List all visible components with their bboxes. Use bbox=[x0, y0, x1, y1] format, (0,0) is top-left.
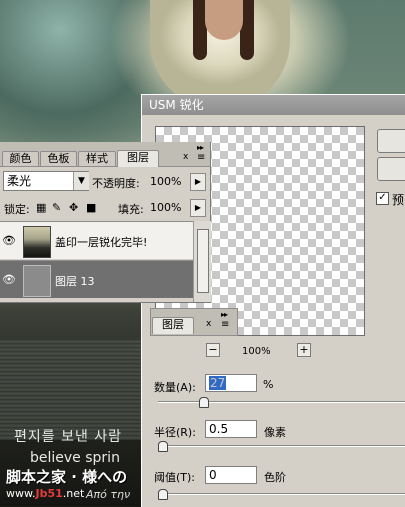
eye-icon[interactable]: 👁 bbox=[2, 273, 16, 286]
collapsed-layers-panel: ▸▸ 图层 x ≡ bbox=[150, 308, 238, 336]
lock-label: 锁定: bbox=[4, 203, 30, 216]
zoom-in-button[interactable]: + bbox=[297, 343, 311, 357]
opacity-arrow-button[interactable]: ▶ bbox=[190, 173, 206, 191]
tab-swatches[interactable]: 色板 bbox=[40, 151, 77, 166]
amount-unit: % bbox=[263, 378, 274, 391]
scrollbar-thumb[interactable] bbox=[197, 229, 209, 293]
threshold-slider-thumb[interactable] bbox=[158, 489, 168, 500]
tab-styles[interactable]: 样式 bbox=[78, 151, 116, 166]
collapse-arrows-icon[interactable]: ▸▸ bbox=[197, 143, 204, 152]
layers-scrollbar[interactable] bbox=[193, 221, 211, 302]
panel-tab-bar: ▸▸ 颜色 色板 样式 图层 x ≡ bbox=[0, 142, 210, 167]
brush-icon[interactable]: ✎ bbox=[52, 201, 61, 214]
panel-menu-icon[interactable]: ≡ bbox=[221, 319, 229, 330]
radius-slider-track[interactable] bbox=[158, 445, 405, 447]
amount-slider-thumb[interactable] bbox=[198, 397, 209, 408]
close-icon[interactable]: x bbox=[206, 319, 211, 329]
radius-unit: 像素 bbox=[264, 426, 286, 439]
background-english-text: believe sprin bbox=[30, 450, 120, 466]
fill-value[interactable]: 100% bbox=[150, 201, 181, 214]
background-korean-text: 편지를 보낸 사람 bbox=[14, 429, 123, 445]
radius-label: 半径(R): bbox=[154, 426, 196, 439]
tab-layers-collapsed[interactable]: 图层 bbox=[152, 317, 194, 334]
ok-button[interactable] bbox=[377, 129, 405, 153]
radius-slider-thumb[interactable] bbox=[158, 441, 168, 452]
lock-transparent-icon[interactable]: ▦ bbox=[36, 201, 46, 214]
layer-row[interactable]: 👁 盖印一层锐化完毕! bbox=[0, 221, 193, 259]
preview-checkbox-label: 预 bbox=[392, 193, 405, 207]
panel-menu-icon[interactable]: ≡ bbox=[197, 152, 205, 163]
amount-input[interactable]: 27 bbox=[205, 374, 257, 392]
move-icon[interactable]: ✥ bbox=[69, 201, 78, 214]
chevron-down-icon[interactable]: ▼ bbox=[73, 172, 89, 190]
background-greek-text: Από την bbox=[86, 488, 131, 501]
layer-name[interactable]: 图层 13 bbox=[55, 273, 95, 289]
lock-icon[interactable]: ■ bbox=[86, 201, 96, 214]
layer-thumbnail bbox=[23, 226, 51, 258]
amount-label: 数量(A): bbox=[154, 381, 196, 394]
opacity-label: 不透明度: bbox=[92, 177, 140, 190]
eye-icon[interactable]: 👁 bbox=[2, 234, 16, 247]
tab-layers[interactable]: 图层 bbox=[117, 150, 159, 167]
preview-checkbox[interactable]: ✓ bbox=[376, 192, 389, 205]
zoom-level: 100% bbox=[242, 346, 271, 357]
watermark-site-name: 脚本之家 · 様への bbox=[6, 468, 128, 486]
dialog-title[interactable]: USM 锐化 bbox=[142, 95, 405, 115]
layer-name[interactable]: 盖印一层锐化完毕! bbox=[55, 234, 147, 250]
zoom-out-button[interactable]: − bbox=[206, 343, 220, 357]
figure-face bbox=[205, 0, 243, 40]
threshold-label: 阈值(T): bbox=[154, 471, 196, 484]
fill-label: 填充: bbox=[118, 203, 144, 216]
opacity-value[interactable]: 100% bbox=[150, 175, 181, 188]
layer-thumbnail bbox=[23, 265, 51, 297]
fill-arrow-button[interactable]: ▶ bbox=[190, 199, 206, 217]
watermark-site-url: www.Jb51.net bbox=[6, 487, 85, 500]
radius-input[interactable]: 0.5 bbox=[205, 420, 257, 438]
threshold-slider-track[interactable] bbox=[158, 493, 405, 495]
amount-slider-track[interactable] bbox=[158, 401, 405, 403]
layers-panel: ▸▸ 颜色 色板 样式 图层 x ≡ 柔光 ▼ 不透明度: 100% ▶ 锁定:… bbox=[0, 142, 211, 303]
cancel-button[interactable] bbox=[377, 157, 405, 181]
collapse-arrows-icon[interactable]: ▸▸ bbox=[221, 310, 228, 319]
threshold-input[interactable]: 0 bbox=[205, 466, 257, 484]
tab-color[interactable]: 颜色 bbox=[2, 151, 39, 166]
close-icon[interactable]: x bbox=[183, 152, 188, 162]
layer-row-selected[interactable]: 👁 图层 13 bbox=[0, 260, 193, 298]
threshold-unit: 色阶 bbox=[264, 471, 286, 484]
